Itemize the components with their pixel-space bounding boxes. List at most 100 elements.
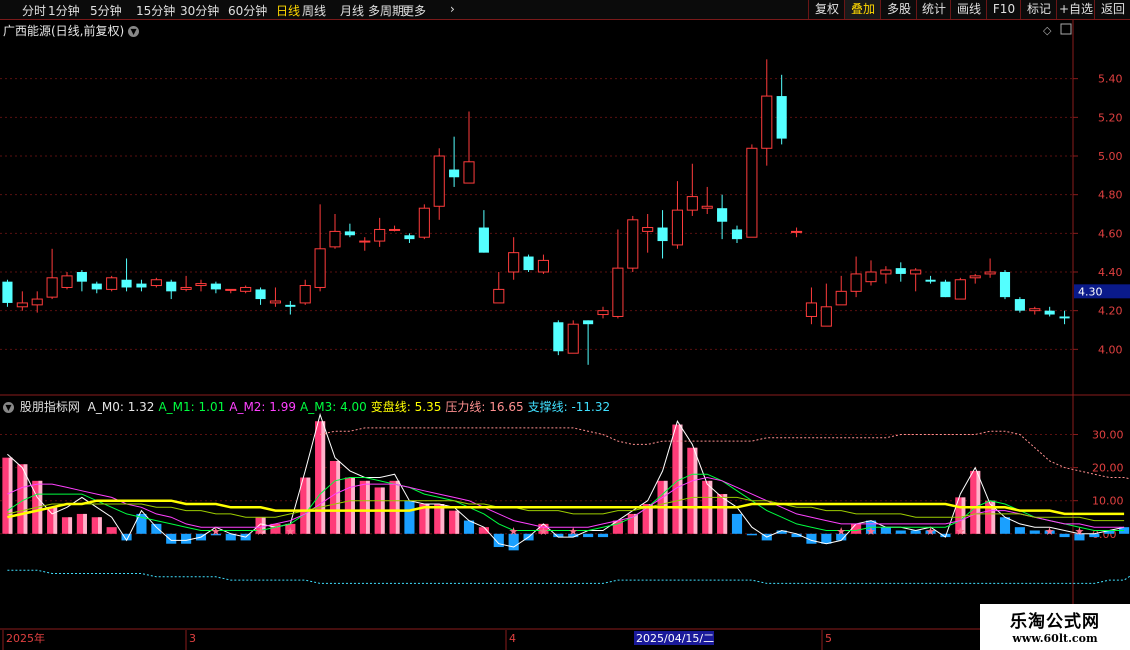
candle-body [2, 281, 13, 303]
candle-body [1014, 299, 1025, 311]
price-tick-label-6: 4.20 [1098, 305, 1123, 318]
candle-body [776, 96, 787, 139]
star-marker-icon: ★ [1074, 525, 1084, 538]
candle-body [299, 285, 311, 304]
candle-body [790, 230, 803, 233]
candle-body [999, 272, 1011, 298]
indicator-bar-highlight [693, 447, 698, 534]
price-tick-label-4: 4.60 [1098, 227, 1123, 240]
series-line-6 [7, 569, 1130, 584]
stock-chart[interactable]: 5.40 5.20 5.00 4.80 4.60 4.40 4.20 4.00 4.30 ◇ 30.… [0, 0, 1130, 650]
indicator-bar-highlight [633, 513, 638, 534]
indicator-bar-highlight [395, 480, 400, 534]
star-marker-icon: ★ [256, 525, 266, 538]
candle-body [1059, 316, 1070, 319]
candle-body [91, 283, 102, 290]
candle-body [240, 286, 252, 292]
indicator-bar [181, 533, 192, 544]
star-marker-icon: ★ [866, 525, 876, 538]
candle-body [508, 252, 520, 273]
candle-body [404, 235, 415, 240]
candle-body [463, 161, 475, 184]
candle-body [925, 279, 936, 282]
candle-body [195, 283, 207, 287]
indicator-bar-highlight [68, 517, 73, 534]
price-tick-label-2: 5.00 [1098, 150, 1123, 163]
star-marker-icon: ★ [926, 525, 936, 538]
candle-body [835, 290, 847, 306]
indicator-bar-highlight [336, 460, 341, 534]
candle-body [180, 286, 192, 290]
candle-body [31, 298, 43, 306]
indicator-bar [1059, 533, 1070, 538]
candle-body [285, 304, 296, 307]
price-tick-label-1: 5.20 [1098, 111, 1123, 124]
candle-body [954, 279, 966, 300]
star-marker-icon: ★ [955, 525, 965, 538]
date-label-0: 2025年 [6, 631, 45, 645]
candle-body [567, 323, 579, 354]
candle-body [418, 207, 430, 238]
candle-body [329, 230, 341, 248]
candle-body [269, 300, 282, 304]
star-marker-icon: ★ [836, 525, 846, 538]
candle-body [969, 275, 981, 279]
indicator-bar [151, 523, 162, 534]
candle-body [225, 288, 237, 291]
price-tick-label-7: 4.00 [1098, 343, 1123, 356]
candle-body [493, 288, 505, 304]
watermark-url: www.60lt.com [1012, 632, 1098, 645]
candle-body [433, 155, 445, 207]
star-marker-icon: ★ [211, 525, 221, 538]
indicator-bar [583, 533, 594, 538]
candle-body [701, 205, 713, 209]
candle-body [1029, 308, 1041, 312]
candle-body [121, 279, 132, 288]
candle-body [597, 310, 609, 316]
candle-body [46, 277, 58, 298]
candle-body [359, 240, 371, 243]
indicator-bar-highlight [976, 470, 981, 534]
candle-body [523, 256, 534, 271]
indicator-bar-highlight [8, 457, 13, 534]
star-marker-icon: ★ [285, 525, 295, 538]
candle-body [642, 227, 654, 232]
candle-body [16, 302, 28, 308]
ind-tick-label-2: 10.00 [1092, 495, 1124, 508]
candle-body [820, 306, 832, 327]
candle-body [865, 271, 877, 283]
candle-body [627, 219, 639, 269]
indicator-bar [1029, 530, 1040, 534]
candle-body [940, 281, 951, 298]
candle-body [150, 279, 162, 287]
indicator-bar-highlight [306, 477, 311, 534]
date-highlight-label: 2025/04/15/二 [636, 632, 714, 645]
indicator-bar-highlight [365, 480, 370, 534]
ind-tick-label-0: 30.00 [1092, 428, 1124, 441]
ind-tick-label-1: 20.00 [1092, 462, 1124, 475]
diamond-icon: ◇ [1043, 24, 1052, 37]
indicator-bar [821, 533, 832, 544]
candle-body [880, 269, 892, 275]
candle-body [805, 302, 818, 317]
candle-body [612, 267, 624, 317]
candle-body [746, 147, 758, 238]
star-marker-icon: ★ [538, 525, 548, 538]
indicator-bar [106, 527, 117, 534]
date-label-3: 5 [825, 632, 832, 645]
indicator-bar-highlight [97, 517, 102, 534]
indicator-bar [404, 500, 415, 534]
candle-body [76, 272, 87, 282]
date-label-1: 3 [189, 632, 196, 645]
indicator-bar [1014, 527, 1025, 534]
indicator-bar [851, 523, 862, 534]
indicator-bar-highlight [53, 507, 58, 534]
candle-body [537, 259, 550, 273]
candle-body [553, 322, 564, 352]
candle-body [671, 209, 684, 246]
candle-body [761, 95, 773, 149]
candle-body [374, 228, 386, 242]
candle-body [731, 229, 743, 240]
watermark: 乐淘公式网 www.60lt.com [980, 604, 1130, 650]
candle-body [344, 231, 355, 236]
